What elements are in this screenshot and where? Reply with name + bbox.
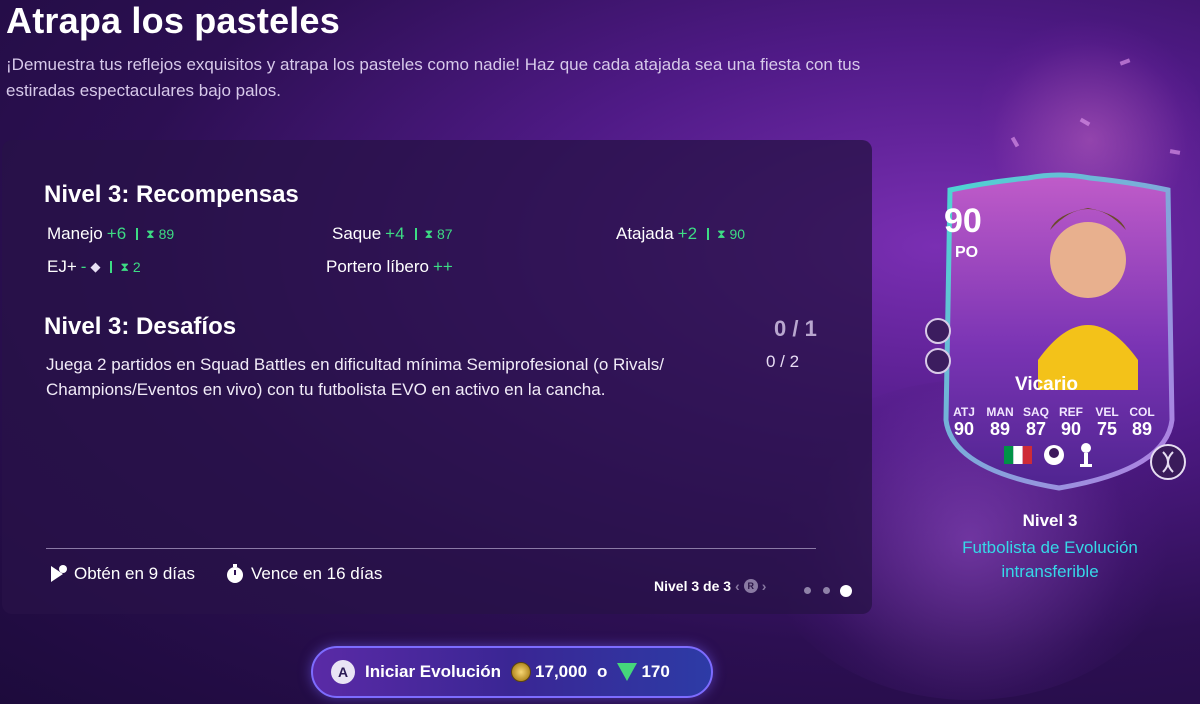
- stat: MAN 89: [981, 405, 1019, 440]
- page-dot[interactable]: [804, 587, 811, 594]
- stat: SAQ 87: [1017, 405, 1055, 440]
- stat-label: SAQ: [1022, 405, 1049, 419]
- playstyle-icon: [925, 348, 951, 374]
- expiry-text: Vence en 16 días: [251, 564, 383, 583]
- stat-value: 89: [1131, 419, 1153, 439]
- obtain-text: Obtén en 9 días: [74, 564, 195, 583]
- page-title: Atrapa los pasteles: [6, 0, 340, 41]
- page-dot[interactable]: [823, 587, 830, 594]
- cap-icon: ⧗: [120, 259, 129, 274]
- coin-icon: [511, 662, 532, 682]
- chevron-right-icon[interactable]: ›: [762, 578, 767, 594]
- r-button-icon[interactable]: R: [743, 579, 758, 593]
- stat-value: 87: [1025, 419, 1047, 439]
- premier-league-icon: [1044, 445, 1064, 465]
- challenges-progress: 0 / 1: [774, 316, 817, 341]
- a-button-icon: A: [331, 660, 355, 684]
- stat-value: 90: [1060, 419, 1082, 439]
- separator: [707, 228, 710, 240]
- reward-cap: 90: [729, 226, 746, 242]
- level-nav-text: Nivel 3 de 3: [654, 578, 732, 594]
- cost-separator: o: [597, 662, 608, 681]
- cap-icon: ⧗: [146, 226, 155, 241]
- separator: [110, 261, 113, 273]
- club-crest-icon: [1080, 443, 1092, 467]
- reward-item: Manejo +6 ⧗ 89: [47, 224, 174, 244]
- player-name: Vicario: [1015, 374, 1079, 395]
- reward-item: Portero líbero ++: [326, 257, 453, 277]
- stat-label: COL: [1129, 405, 1155, 419]
- stat: ATJ 90: [945, 405, 983, 440]
- italy-flag-icon: [1004, 446, 1032, 464]
- cap-icon: ⧗: [717, 226, 726, 241]
- obtain-period: Obtén en 9 días: [48, 564, 195, 584]
- flag-icon: [51, 565, 67, 582]
- challenge-description: Juega 2 partidos en Squad Battles en dif…: [46, 355, 665, 399]
- level-navigator[interactable]: Nivel 3 de 3 ‹ R ›: [654, 578, 766, 594]
- reward-label: EJ+: [47, 257, 77, 276]
- stat-label: ATJ: [953, 405, 975, 419]
- reward-cap: 87: [437, 226, 453, 242]
- cap-icon: ⧗: [424, 226, 433, 241]
- challenge-progress: 0 / 2: [766, 352, 800, 371]
- separator: [414, 228, 417, 240]
- reward-boost: +4: [385, 224, 405, 243]
- reward-label: Atajada: [616, 224, 674, 243]
- evolution-type: Futbolista de Evolución intransferible: [962, 538, 1138, 581]
- stat-label: VEL: [1095, 405, 1119, 419]
- expiry-period: Vence en 16 días: [225, 564, 382, 584]
- separator: [136, 228, 139, 240]
- chevron-left-icon[interactable]: ‹: [735, 578, 740, 594]
- stat: COL 89: [1123, 405, 1161, 440]
- stat-value: 89: [989, 419, 1011, 439]
- coin-cost: 17,000: [535, 662, 588, 681]
- reward-label: Manejo: [47, 224, 103, 243]
- card-level: Nivel 3: [1022, 511, 1078, 530]
- reward-label: Saque: [332, 224, 382, 243]
- stat: REF 90: [1052, 405, 1090, 440]
- reward-boost: +6: [106, 224, 127, 243]
- start-evolution-label: Iniciar Evolución: [365, 662, 502, 681]
- challenges-title: Nivel 3: Desafíos: [44, 313, 237, 340]
- reward-cap: 2: [132, 259, 141, 275]
- page-dot-active[interactable]: [840, 585, 852, 597]
- stat-value: 90: [953, 419, 975, 439]
- reward-item: EJ+ - ◆ ⧗ 2: [47, 257, 141, 277]
- reward-boost: ++: [433, 257, 453, 276]
- divider: [46, 548, 816, 549]
- reward-label: Portero líbero: [326, 257, 429, 276]
- page-description: ¡Demuestra tus reflejos exquisitos y atr…: [6, 55, 861, 100]
- stat-label: REF: [1059, 405, 1083, 419]
- reward-boost: +2: [677, 224, 698, 243]
- player-rating: 90: [944, 202, 982, 240]
- reward-item: Saque +4 ⧗ 87: [332, 224, 453, 244]
- start-evolution-button[interactable]: A Iniciar Evolución 17,000 o 170: [311, 646, 713, 698]
- stopwatch-icon: [227, 564, 243, 583]
- diamond-icon: ◆: [90, 259, 101, 274]
- reward-boost: -: [80, 257, 87, 276]
- stat: VEL 75: [1088, 405, 1126, 440]
- dna-evolution-icon: [1150, 444, 1186, 480]
- stat-label: MAN: [986, 405, 1014, 419]
- rewards-title: Nivel 3: Recompensas: [44, 181, 299, 208]
- stat-value: 75: [1096, 419, 1118, 439]
- points-icon: [617, 663, 638, 681]
- reward-cap: 89: [158, 226, 175, 242]
- player-position: PO: [955, 244, 979, 261]
- reward-item: Atajada +2 ⧗ 90: [616, 224, 745, 244]
- points-cost: 170: [641, 662, 670, 681]
- playstyle-icon: [925, 318, 951, 344]
